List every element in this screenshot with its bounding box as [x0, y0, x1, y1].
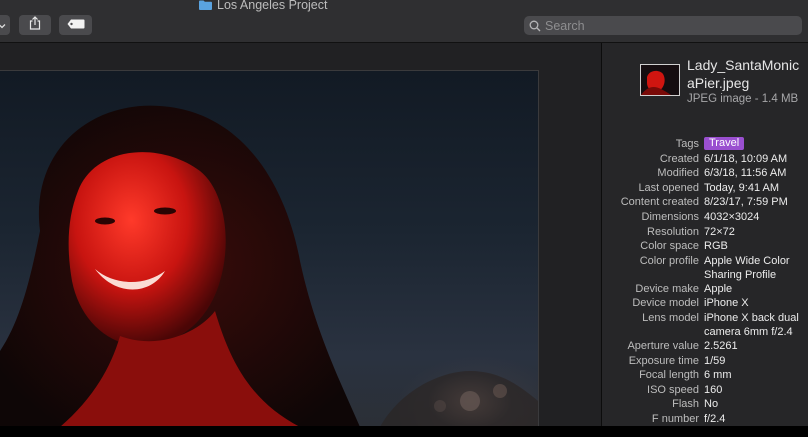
tag-travel[interactable]: Travel: [704, 137, 745, 150]
meta-value: iPhone X back dual: [704, 312, 799, 324]
file-name: Lady_SantaMonicaPier.jpeg: [687, 57, 800, 91]
share-button[interactable]: [19, 15, 51, 35]
meta-value: 160: [704, 384, 723, 396]
meta-device-make: Device make Apple: [602, 282, 808, 296]
meta-key: ISO speed: [647, 384, 699, 396]
search-field[interactable]: [524, 16, 802, 35]
meta-modified: Modified 6/3/18, 11:56 AM: [602, 166, 808, 180]
meta-key: Tags: [675, 138, 699, 150]
meta-key: Resolution: [647, 226, 699, 238]
file-kind: JPEG image - 1.4 MB: [687, 93, 799, 105]
tag-icon: [67, 16, 85, 34]
meta-key: Content created: [620, 196, 699, 208]
bottom-edge: [0, 426, 808, 437]
meta-key: Created: [659, 153, 699, 165]
meta-dimensions: Dimensions 4032×3024: [602, 210, 808, 224]
meta-value: 1/59: [704, 355, 726, 367]
meta-key: Aperture value: [627, 340, 699, 352]
meta-key: Device model: [632, 297, 699, 309]
meta-value-line2: camera 6mm f/2.4: [704, 326, 793, 338]
meta-key: Color space: [640, 240, 699, 252]
photo-preview: [0, 70, 539, 427]
meta-key: Focal length: [639, 369, 699, 381]
meta-value: 6/3/18, 11:56 AM: [704, 167, 787, 179]
share-icon: [29, 15, 41, 35]
search-input[interactable]: [545, 18, 785, 33]
meta-key: F number: [651, 413, 699, 425]
meta-created: Created 6/1/18, 10:09 AM: [602, 152, 808, 166]
meta-focal-length: Focal length 6 mm: [602, 368, 808, 382]
meta-iso-speed: ISO speed 160: [602, 383, 808, 397]
meta-value: 6 mm: [704, 369, 732, 381]
folder-icon: [199, 0, 212, 10]
window-title-text: Los Angeles Project: [217, 0, 328, 12]
preview-pane: [0, 43, 601, 427]
meta-content-created: Content created 8/23/17, 7:59 PM: [602, 195, 808, 209]
meta-value: iPhone X: [704, 297, 749, 309]
meta-value: Apple Wide Color: [704, 255, 790, 267]
view-options-button[interactable]: [0, 15, 10, 35]
meta-value: Apple: [704, 283, 733, 295]
chevron-down-icon: [0, 16, 6, 34]
file-thumbnail: [640, 64, 680, 96]
meta-key: Device make: [635, 283, 699, 295]
window-title: Los Angeles Project: [199, 0, 328, 13]
toolbar: Los Angeles Project: [0, 0, 808, 43]
meta-value: RGB: [704, 240, 728, 252]
meta-key: Exposure time: [628, 355, 699, 367]
meta-aperture-value: Aperture value 2.5261: [602, 339, 808, 353]
meta-key: Lens model: [642, 312, 699, 324]
meta-flash: Flash No: [602, 397, 808, 411]
meta-value-line2: Sharing Profile: [704, 269, 777, 281]
meta-exposure-time: Exposure time 1/59: [602, 354, 808, 368]
meta-color-space: Color space RGB: [602, 239, 808, 253]
meta-last-opened: Last opened Today, 9:41 AM: [602, 181, 808, 195]
meta-value: 6/1/18, 10:09 AM: [704, 153, 788, 165]
meta-key: Last opened: [638, 182, 699, 194]
meta-value: 2.5261: [704, 340, 738, 352]
meta-device-model: Device model iPhone X: [602, 296, 808, 310]
meta-value: Today, 9:41 AM: [704, 182, 780, 194]
meta-tags: Tags Travel: [602, 137, 808, 151]
meta-key: Dimensions: [641, 211, 699, 223]
meta-value: 4032×3024: [704, 211, 760, 223]
info-inspector: Lady_SantaMonicaPier.jpeg JPEG image - 1…: [602, 43, 808, 426]
meta-value: 72×72: [704, 226, 735, 238]
meta-color-profile: Color profile Apple Wide Color Sharing P…: [602, 254, 808, 282]
meta-f-number: F number f/2.4: [602, 412, 808, 426]
meta-lens-model: Lens model iPhone X back dual camera 6mm…: [602, 311, 808, 339]
meta-key: Flash: [672, 398, 699, 410]
meta-key: Modified: [657, 167, 699, 179]
meta-key: Color profile: [639, 255, 699, 267]
search-icon: [529, 20, 541, 32]
meta-value: No: [704, 398, 719, 410]
meta-value: 8/23/17, 7:59 PM: [704, 196, 788, 208]
meta-resolution: Resolution 72×72: [602, 225, 808, 239]
meta-value: f/2.4: [704, 413, 726, 425]
tag-button[interactable]: [59, 15, 92, 35]
